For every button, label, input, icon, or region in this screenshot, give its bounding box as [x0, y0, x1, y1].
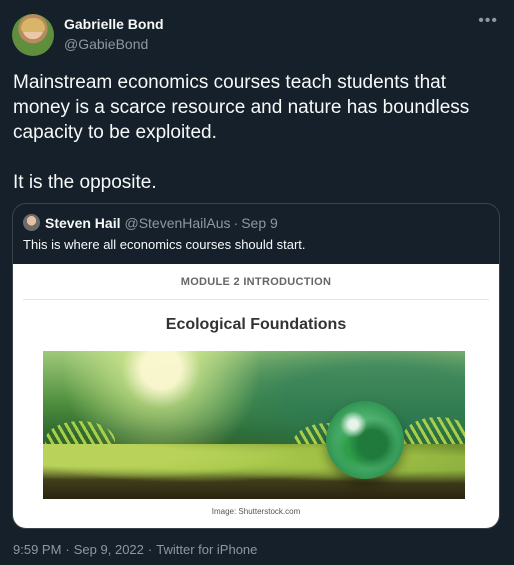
tweet-date[interactable]: Sep 9, 2022 — [74, 542, 144, 557]
author-handle[interactable]: @GabieBond — [64, 36, 164, 53]
module-label: MODULE 2 INTRODUCTION — [180, 276, 332, 288]
tweet-source[interactable]: Twitter for iPhone — [156, 542, 257, 557]
tweet-text: Mainstream economics courses teach stude… — [13, 70, 503, 195]
quoted-tweet-header: Steven Hail @StevenHailAus · Sep 9 — [23, 214, 278, 231]
separator-dot: · — [233, 214, 239, 231]
quoted-handle[interactable]: @StevenHailAus — [124, 215, 230, 231]
quoted-text: This is where all economics courses shou… — [23, 237, 306, 252]
separator-dot: · — [147, 542, 153, 557]
quoted-tweet[interactable]: Steven Hail @StevenHailAus · Sep 9 This … — [12, 203, 500, 529]
avatar[interactable] — [12, 14, 54, 56]
quoted-display-name[interactable]: Steven Hail — [45, 215, 120, 231]
glass-globe-icon — [326, 401, 404, 479]
image-credit: Image: Shutterstock.com — [211, 507, 301, 516]
tweet-header: Gabrielle Bond @GabieBond — [12, 14, 164, 56]
author-display-name[interactable]: Gabrielle Bond — [64, 16, 164, 33]
quoted-avatar[interactable] — [23, 214, 40, 231]
tweet-time[interactable]: 9:59 PM — [13, 542, 61, 557]
more-options-icon[interactable]: ••• — [478, 12, 498, 30]
separator-dot: · — [65, 542, 70, 557]
tweet-meta: 9:59 PM · Sep 9, 2022 · Twitter for iPhone — [13, 542, 257, 557]
divider — [23, 299, 489, 300]
tweet-paragraph: It is the opposite. — [13, 172, 157, 193]
tweet: Gabrielle Bond @GabieBond ••• Mainstream… — [0, 0, 514, 565]
quoted-media-image[interactable]: MODULE 2 INTRODUCTION Ecological Foundat… — [13, 264, 499, 528]
author-names: Gabrielle Bond @GabieBond — [64, 14, 164, 53]
quoted-date[interactable]: Sep 9 — [241, 215, 278, 231]
nature-globe-photo — [43, 351, 465, 499]
tweet-paragraph: Mainstream economics courses teach stude… — [13, 72, 470, 143]
card-title: Ecological Foundations — [165, 316, 347, 333]
